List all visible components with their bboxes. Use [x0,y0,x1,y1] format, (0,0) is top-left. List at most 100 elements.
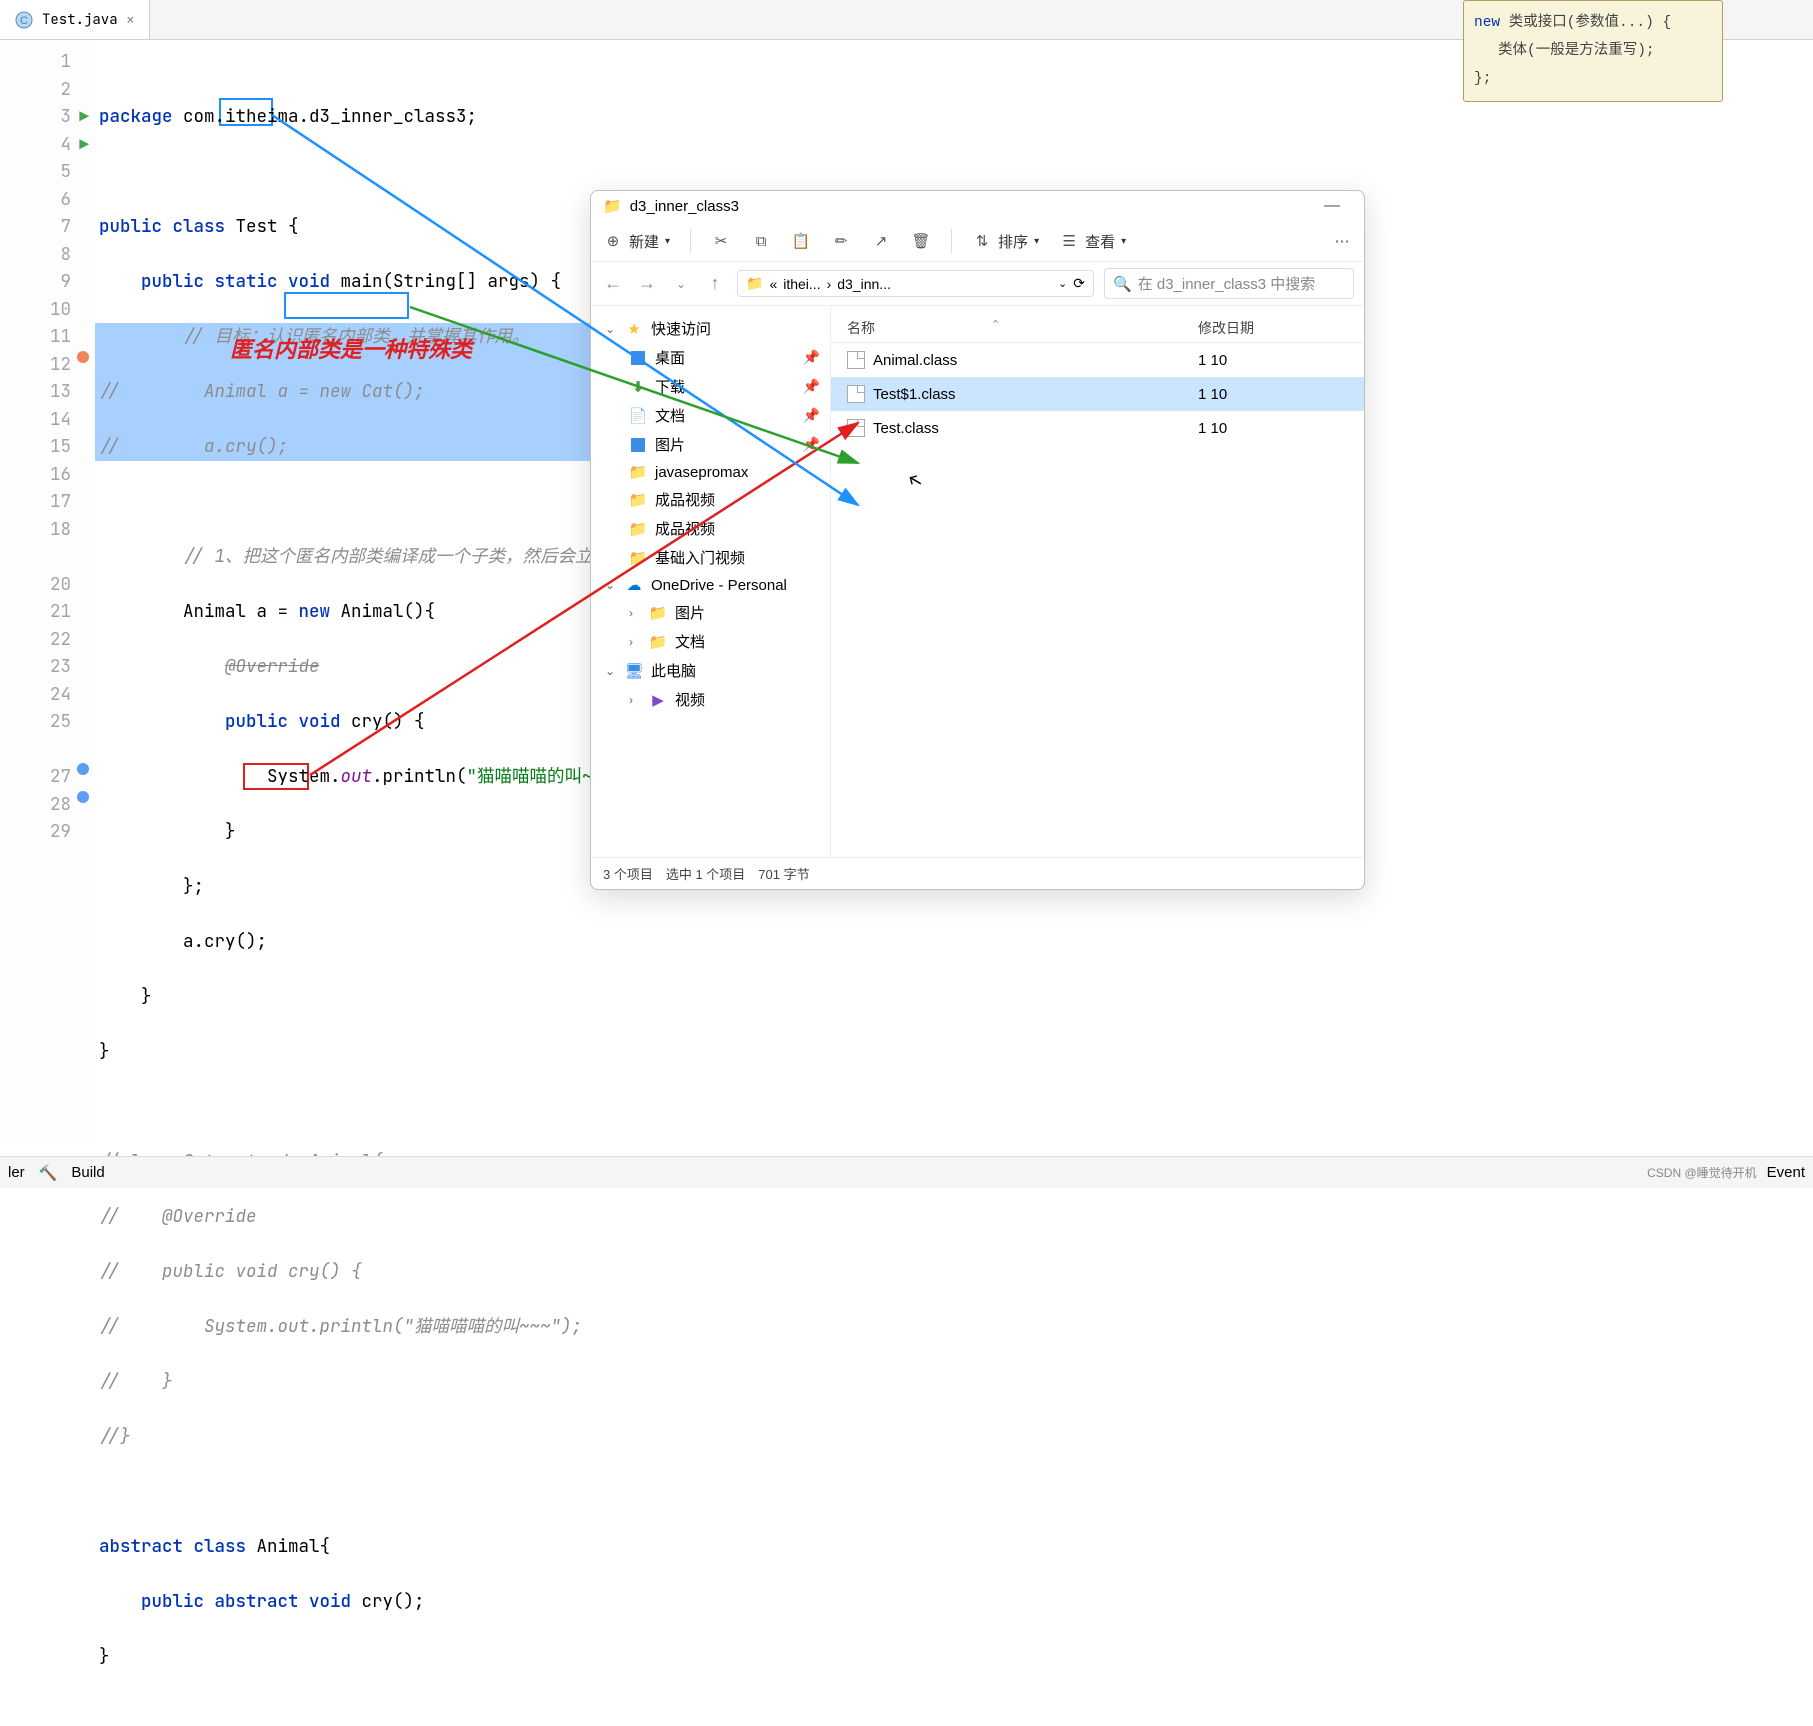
tree-folder[interactable]: ›📁文档 [595,627,826,656]
tree-folder[interactable]: 📁成品视频 [595,514,826,543]
pin-icon[interactable]: 📌 [803,349,820,366]
code-token: com.itheima.d3_inner_class3; [183,105,477,128]
file-row[interactable]: Animal.class 1 10 [831,343,1364,377]
sort-label: 排序 [998,231,1028,252]
bookmark-icon[interactable] [77,763,89,775]
status-item[interactable]: ler [8,1164,25,1181]
file-name: Animal.class [873,352,1198,369]
tree-downloads[interactable]: ⬇下载📌 [595,372,826,401]
paste-icon[interactable]: 📋 [791,231,811,251]
code-token: cry() [351,710,404,733]
tree-thispc[interactable]: ⌄🖥此电脑 [595,656,826,685]
tree-onedrive[interactable]: ⌄☁OneDrive - Personal [595,572,826,598]
nav-history-icon[interactable]: ⌄ [669,277,693,291]
delete-icon[interactable]: 🗑 [911,231,931,251]
window-title: d3_inner_class3 [630,198,739,215]
minimize-button[interactable]: — [1312,197,1352,215]
tree-quick-access[interactable]: ⌄★快速访问 [595,314,826,343]
tree-label: 图片 [675,602,705,623]
pictures-icon [631,438,645,452]
tree-video[interactable]: ›▶视频 [595,685,826,714]
explorer-body: ⌄★快速访问 桌面📌 ⬇下载📌 📄文档📌 图片📌 📁javasepromax 📁… [591,306,1364,857]
new-button[interactable]: ⊕新建▾ [603,231,670,252]
pin-icon[interactable]: 📌 [803,407,820,424]
view-button[interactable]: ☰查看▾ [1059,231,1126,252]
file-row[interactable]: Test$1.class 1 10 [831,377,1364,411]
code-token: { [404,710,425,733]
rename-icon[interactable]: ✏ [831,231,851,251]
code-token: main [341,270,383,293]
tree-label: 此电脑 [651,660,696,681]
code-token: { [320,1535,331,1558]
close-tab-icon[interactable]: × [126,9,136,30]
build-button[interactable]: Build [71,1164,104,1181]
chevron-down-icon[interactable]: ⌄ [1058,277,1067,290]
breadcrumb-item[interactable]: d3_inn... [837,276,891,292]
view-icon: ☰ [1059,231,1079,251]
code-token: package [99,105,183,128]
chevron-down-icon: ⌄ [605,664,617,678]
search-input[interactable]: 🔍 在 d3_inner_class3 中搜索 [1104,268,1354,299]
run-icon[interactable]: ▶ [79,103,89,131]
event-log-button[interactable]: Event [1767,1164,1805,1181]
download-icon: ⬇ [629,378,647,396]
chevron-down-icon: ⌄ [605,578,617,592]
folder-icon: 📁 [649,633,667,651]
window-titlebar[interactable]: 📁 d3_inner_class3 — [591,191,1364,221]
file-row[interactable]: Test.class 1 10 [831,411,1364,445]
col-date-header[interactable]: 修改日期 [1198,318,1348,338]
bookmark-icon[interactable] [77,791,89,803]
cut-icon[interactable]: ✂ [711,231,731,251]
nav-back-icon[interactable]: ← [601,273,625,294]
tree-folder[interactable]: 📁javasepromax [595,459,826,485]
nav-up-icon[interactable]: ↑ [703,273,727,294]
tree-folder[interactable]: ›📁图片 [595,598,826,627]
code-token: Test [236,215,278,238]
folder-icon: 📁 [649,604,667,622]
file-tab[interactable]: C Test.java × [0,0,150,39]
file-icon [847,419,865,437]
nav-tree[interactable]: ⌄★快速访问 桌面📌 ⬇下载📌 📄文档📌 图片📌 📁javasepromax 📁… [591,306,831,857]
code-token: public class [99,215,236,238]
folder-icon: 📁 [746,275,763,292]
folder-icon: 📁 [629,549,647,567]
code-comment: //} [99,1425,131,1448]
code-token: public abstract void [141,1590,362,1613]
run-icon[interactable]: ▶ [79,131,89,159]
tree-documents[interactable]: 📄文档📌 [595,401,826,430]
code-token: (String[] args) { [383,270,562,293]
file-icon [847,385,865,403]
nav-forward-icon[interactable]: → [635,273,659,294]
share-icon[interactable]: ↗ [871,231,891,251]
tree-pictures[interactable]: 图片📌 [595,430,826,459]
col-name-header[interactable]: 名称 [847,318,1198,338]
copy-icon[interactable]: ⧉ [751,231,771,251]
tree-folder[interactable]: 📁基础入门视频 [595,543,826,572]
more-icon[interactable]: ⋯ [1332,231,1352,251]
code-token: new [299,600,341,623]
tree-label: 快速访问 [651,318,711,339]
sort-button[interactable]: ⇅排序▾ [972,231,1039,252]
bookmark-icon[interactable] [77,351,89,363]
breadcrumb-item[interactable]: ithei... [783,276,820,292]
code-token: }; [183,875,204,898]
breadcrumb-sep: « [769,276,777,292]
file-icon [847,351,865,369]
code-token: Animal a = [183,600,299,623]
code-hint-tooltip: new 类或接口(参数值...) { 类体(一般是方法重写); }; [1463,0,1723,102]
tree-label: 桌面 [655,347,685,368]
tree-desktop[interactable]: 桌面 📌 [595,343,826,372]
code-token: } [99,1040,110,1063]
tree-folder[interactable]: 📁成品视频 [595,485,826,514]
tooltip-line: 类体(一般是方法重写); [1498,43,1655,59]
file-list-header[interactable]: ⌃ 名称 修改日期 [831,314,1364,343]
pin-icon[interactable]: 📌 [803,436,820,453]
refresh-icon[interactable]: ⟳ [1073,275,1085,292]
code-comment: // System.out.println("猫喵喵喵的叫~~~"); [99,1315,582,1338]
code-token: System. [267,765,341,788]
build-icon: 🔨 [39,1164,58,1182]
pin-icon[interactable]: 📌 [803,378,820,395]
code-comment: // 1、把这个匿名内部类编译成一个子类，然后会立即创 [183,545,628,568]
code-token: Animal [257,1535,320,1558]
address-bar[interactable]: 📁 « ithei... › d3_inn... ⌄ ⟳ [737,270,1094,297]
